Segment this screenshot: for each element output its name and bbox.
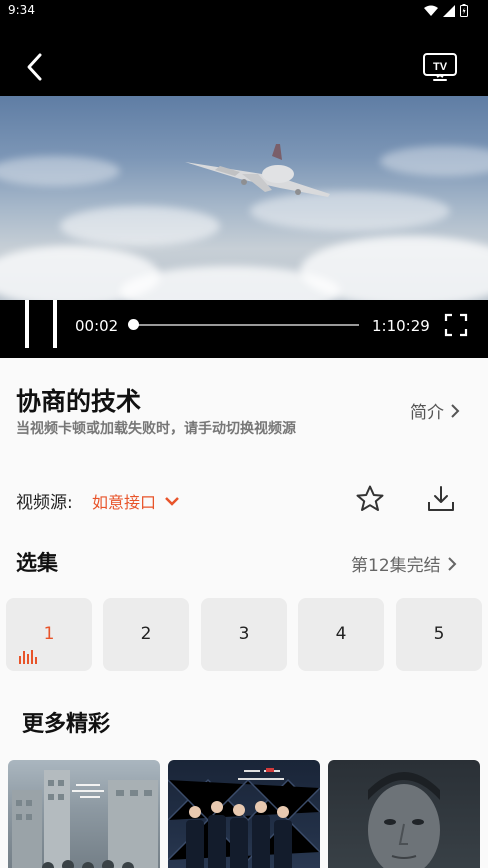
chevron-left-icon — [27, 53, 42, 81]
episode-button-1[interactable]: 1 — [6, 598, 92, 671]
seek-bar[interactable] — [133, 324, 359, 326]
episode-label: 5 — [433, 624, 445, 644]
episode-button-4[interactable]: 4 — [298, 598, 384, 671]
chevron-right-icon — [451, 403, 460, 418]
recommendation-poster-2[interactable] — [168, 760, 320, 868]
poster-image — [368, 772, 440, 868]
star-icon — [356, 485, 384, 511]
status-time: 9:34 — [8, 3, 35, 17]
poster-image — [12, 770, 158, 868]
total-time: 1:10:29 — [372, 317, 430, 335]
chevron-right-icon — [447, 556, 457, 571]
episode-label: 3 — [238, 624, 250, 644]
poster-image — [168, 768, 320, 868]
recommendation-poster-1[interactable] — [8, 760, 160, 868]
signal-icon — [443, 4, 455, 17]
intro-label: 简介 — [410, 403, 444, 423]
chevron-down-icon — [165, 497, 179, 506]
pause-button[interactable] — [22, 300, 62, 350]
more-section-title: 更多精彩 — [22, 712, 111, 737]
player-top-bar: TV — [0, 22, 488, 96]
favorite-button[interactable] — [355, 484, 385, 514]
download-button[interactable] — [426, 484, 456, 514]
episodes-status: 第12集完结 — [351, 556, 441, 576]
wifi-icon — [424, 5, 438, 16]
episodes-title: 选集 — [16, 551, 58, 575]
recommendation-poster-3[interactable] — [328, 760, 480, 868]
status-icons — [424, 4, 468, 17]
source-value: 如意接口 — [92, 493, 157, 512]
video-title: 协商的技术 — [16, 387, 142, 416]
svg-text:TV: TV — [433, 61, 448, 73]
battery-icon — [460, 4, 468, 17]
pause-icon — [25, 300, 29, 348]
fullscreen-icon — [444, 313, 468, 337]
download-icon — [428, 486, 454, 511]
switch-source-notice: 当视频卡顿或加载失败时，请手动切换视频源 — [16, 421, 296, 437]
episode-label: 1 — [43, 624, 55, 644]
playing-indicator-icon — [19, 650, 37, 664]
seek-thumb[interactable] — [128, 319, 139, 330]
episode-label: 4 — [335, 624, 347, 644]
video-frame[interactable] — [0, 96, 488, 300]
source-selector[interactable]: 如意接口 — [92, 489, 180, 513]
episode-button-2[interactable]: 2 — [103, 598, 189, 671]
episode-label: 2 — [140, 624, 152, 644]
cast-tv-button[interactable]: TV — [422, 52, 458, 84]
player-controls: 00:02 1:10:29 — [0, 300, 488, 358]
airplane-image — [185, 144, 330, 197]
episodes-status-button[interactable]: 第12集完结 — [351, 551, 457, 576]
episode-button-5[interactable]: 5 — [396, 598, 482, 671]
fullscreen-button[interactable] — [444, 313, 468, 337]
back-button[interactable] — [20, 52, 50, 82]
current-time: 00:02 — [75, 317, 119, 335]
source-label: 视频源: — [16, 493, 73, 513]
intro-button[interactable]: 简介 — [410, 398, 460, 423]
episode-button-3[interactable]: 3 — [201, 598, 287, 671]
tv-cast-icon: TV — [423, 53, 457, 81]
status-bar: 9:34 — [0, 0, 488, 22]
